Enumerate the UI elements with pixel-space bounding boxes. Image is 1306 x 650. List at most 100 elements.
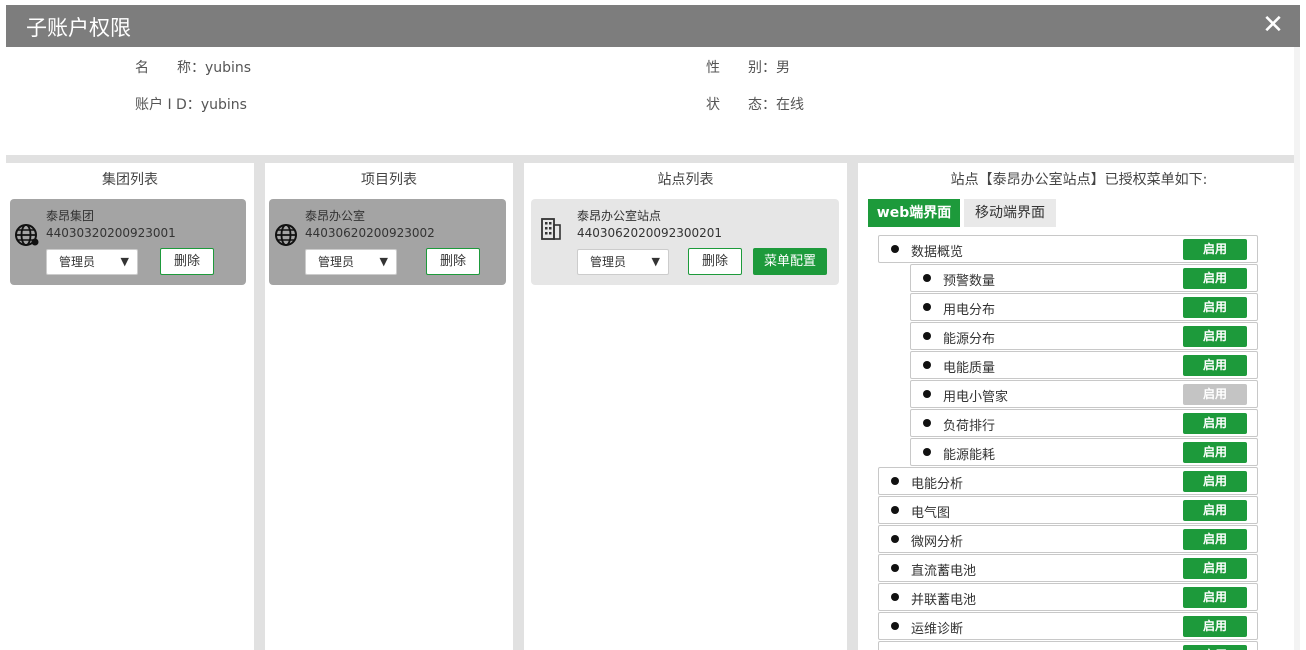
enable-toggle-button[interactable]: 启用 [1183,529,1247,550]
globe-icon [15,224,39,246]
account-id-label: 账户 I D： [135,97,201,113]
permission-columns: 集团列表 泰昂集团 440303202009230​01 管理员 ▼ 删除 项目列… [6,163,1300,650]
submenu-item: 负荷排行 启用 [910,409,1258,437]
group-list-header: 集团列表 [102,172,158,188]
menu-item: 数据概览 启用 [878,235,1258,263]
globe-icon [275,224,297,246]
enable-toggle-button[interactable]: 启用 [1183,239,1247,260]
gender-value: 男 [776,60,790,76]
bullet-icon [923,332,931,340]
group-role-select[interactable]: 管理员 ▼ [46,249,138,275]
group-card[interactable]: 泰昂集团 440303202009230​01 管理员 ▼ 删除 [10,199,246,285]
site-role-select[interactable]: 管理员 ▼ [577,249,669,275]
group-delete-button[interactable]: 删除 [160,248,214,275]
project-id: 44030620200923002 [305,226,435,240]
tab-mobile[interactable]: 移动端界面 [964,199,1056,227]
chevron-down-icon: ▼ [120,255,129,268]
dialog-title-bar: 子账户权限 ✕ [6,5,1300,47]
account-id-value: yubins [200,97,247,113]
bullet-icon [923,361,931,369]
group-name: 泰昂集团 [46,209,95,223]
menu-item-label: 微网分析 [911,535,964,550]
bullet-icon [891,564,899,572]
menu-item-label: 用电分布 [943,303,996,318]
bullet-icon [891,535,899,543]
menu-item: 电能分析 启用 [878,467,1258,495]
enable-toggle-button[interactable]: 启用 [1183,326,1247,347]
group-role-value: 管理员 [59,255,96,269]
name-value: yubins [205,60,252,76]
site-card[interactable]: 泰昂办公室站点 4403062020092300201 管理员 ▼ 删除 菜单配置 [531,199,839,285]
close-icon[interactable]: ✕ [1260,10,1286,40]
enable-toggle-button[interactable]: 启用 [1183,558,1247,579]
bullet-icon [891,477,899,485]
chevron-down-icon: ▼ [379,255,388,268]
bullet-icon [891,622,899,630]
enable-toggle-button[interactable]: 启用 [1183,645,1247,650]
menu-item: 电气图 启用 [878,496,1258,524]
bullet-icon [923,274,931,282]
building-icon [541,218,561,240]
bullet-icon [923,448,931,456]
menu-item-label: 用电小管家 [943,390,1009,405]
enable-toggle-button[interactable]: 启用 [1183,355,1247,376]
menu-item-label: 电气图 [911,506,951,521]
submenu-item: 能源能耗 启用 [910,438,1258,466]
enable-toggle-button[interactable]: 启用 [1183,384,1247,405]
bullet-icon [923,303,931,311]
project-role-select[interactable]: 管理员 ▼ [305,249,397,275]
enable-toggle-button[interactable]: 启用 [1183,616,1247,637]
menu-item-label: 电能分析 [911,477,964,492]
menu-item-label: 负荷排行 [943,419,996,434]
enable-toggle-button[interactable]: 启用 [1183,587,1247,608]
status-row: 状 态：在线 [706,94,804,114]
name-label: 名 称： [135,60,205,76]
menu-config-button[interactable]: 菜单配置 [753,248,827,275]
status-label: 状 态： [706,97,776,113]
project-card[interactable]: 泰昂办公室 44030620200923002 管理员 ▼ 删除 [269,199,506,285]
submenu-item: 电能质量 启用 [910,351,1258,379]
menu-item: 运维诊断 启用 [878,612,1258,640]
bullet-icon [891,245,899,253]
group-id: 440303202009230​01 [46,226,176,240]
project-delete-button[interactable]: 删除 [426,248,480,275]
tab-web[interactable]: web端界面 [868,199,960,227]
gender-row: 性 别：男 [706,57,790,77]
menu-item-label: 直流蓄电池 [911,564,977,579]
enable-toggle-button[interactable]: 启用 [1183,268,1247,289]
menu-item-label: 预警数量 [943,274,996,289]
bullet-icon [923,390,931,398]
menu-item-label: 并联蓄电池 [911,593,977,608]
dialog-scrollbar[interactable] [1294,47,1300,650]
sub-account-permission-dialog: 子账户权限 ✕ 名 称：yubins 账户 I D：yubins 性 别：男 状… [6,5,1300,650]
project-name: 泰昂办公室 [305,209,366,223]
site-list-header: 站点列表 [657,172,714,188]
bullet-icon [923,419,931,427]
account-id-row: 账户 I D：yubins [135,94,247,114]
project-list-header: 项目列表 [361,172,417,188]
enable-toggle-button[interactable]: 启用 [1183,500,1247,521]
section-divider [6,155,1300,163]
gender-label: 性 别： [706,60,776,76]
menu-item-label: 能源能耗 [943,448,996,463]
bullet-icon [891,506,899,514]
submenu-item: 能源分布 启用 [910,322,1258,350]
site-id: 4403062020092300201 [577,226,723,240]
submenu-item: 预警数量 启用 [910,264,1258,292]
enable-toggle-button[interactable]: 启用 [1183,297,1247,318]
chevron-down-icon: ▼ [651,255,660,268]
enable-toggle-button[interactable]: 启用 [1183,471,1247,492]
site-delete-button[interactable]: 删除 [688,248,742,275]
authorized-menus-header: 站点【泰昂办公室站点】已授权菜单如下: [950,172,1208,188]
bullet-icon [891,593,899,601]
submenu-item: 用电小管家 启用 [910,380,1258,408]
status-value: 在线 [776,97,804,113]
site-name: 泰昂办公室站点 [577,209,662,223]
site-role-value: 管理员 [590,255,627,269]
site-list-column: 站点列表 泰昂办公室站点 4403062020092300201 管理员 ▼ 删除… [524,163,847,650]
menu-item-label: 数据概览 [911,245,964,260]
menu-item: 微网分析 启用 [878,525,1258,553]
account-info: 名 称：yubins 账户 I D：yubins 性 别：男 状 态：在线 [6,47,1300,155]
enable-toggle-button[interactable]: 启用 [1183,413,1247,434]
enable-toggle-button[interactable]: 启用 [1183,442,1247,463]
